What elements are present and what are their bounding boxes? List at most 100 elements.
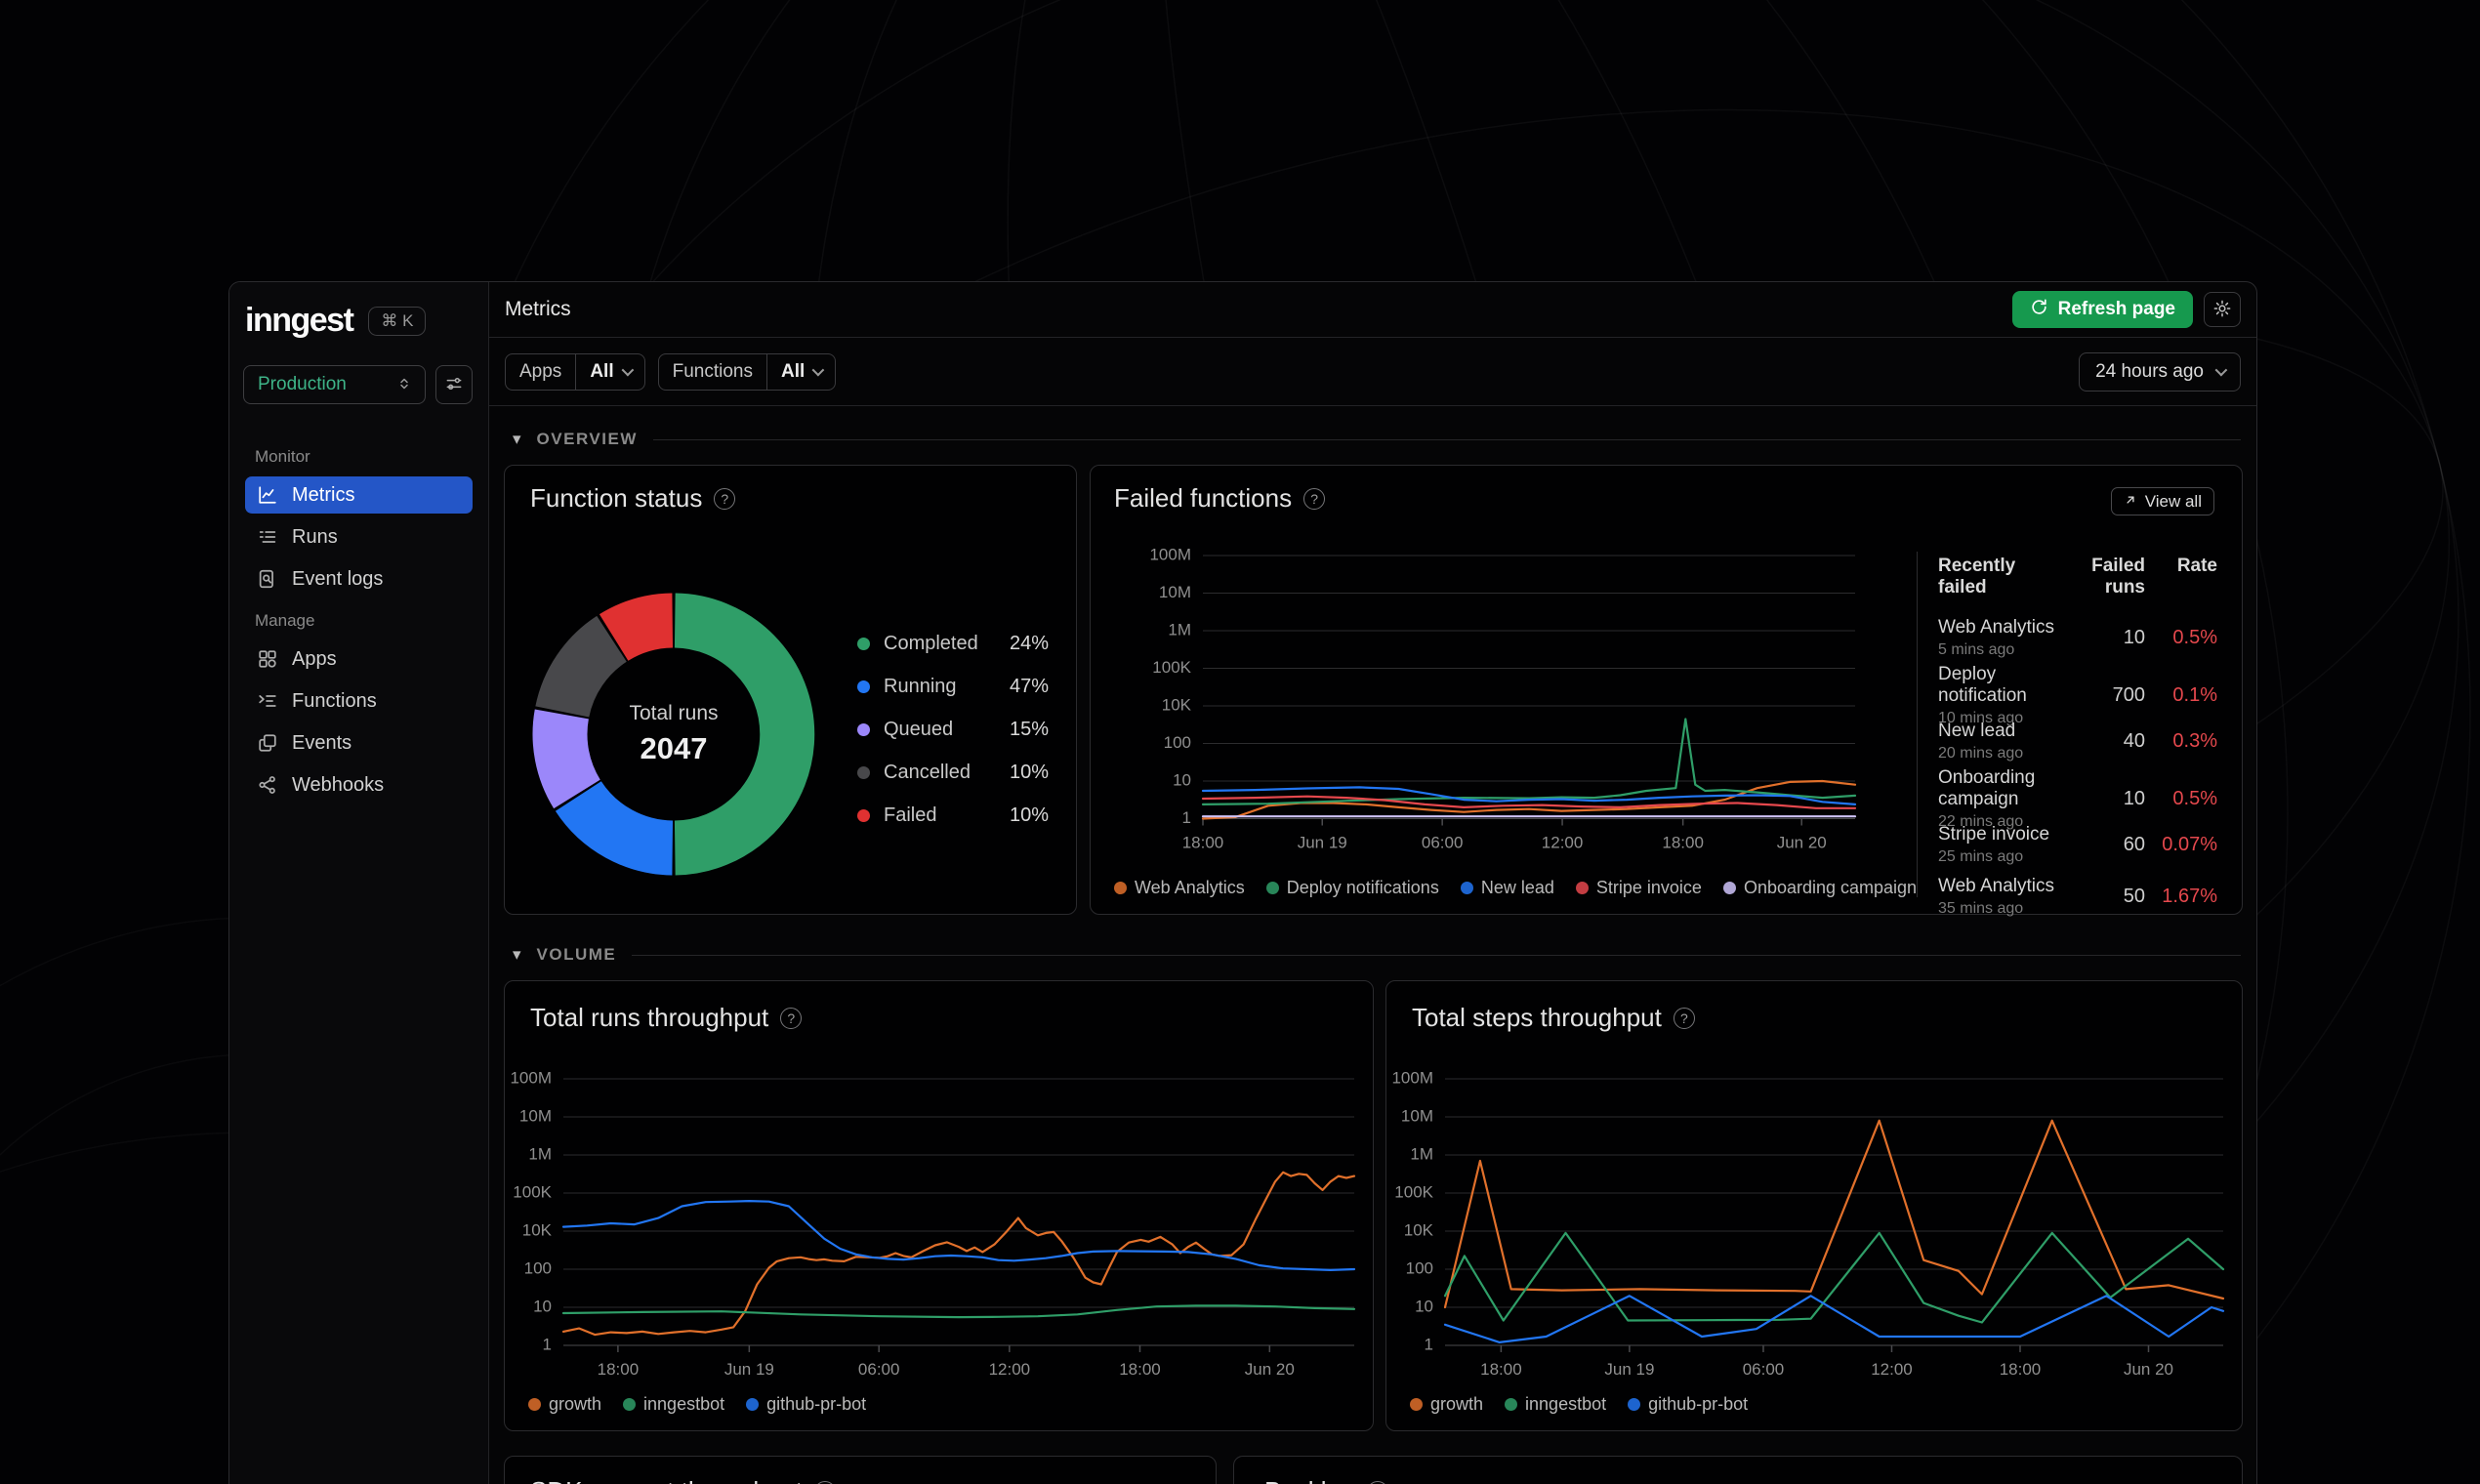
- table-row-onboarding-campaign[interactable]: Onboarding campaign 22 mins ago 10 0.5%: [1938, 767, 2217, 830]
- series-deploy-notifications: [1201, 718, 1857, 805]
- total-runs-throughput-card: Total runs throughput ? 100M 10M 1M 100K 10K…: [504, 980, 1374, 1431]
- legend-label: Failed: [884, 804, 937, 826]
- legend-item-growth: growth: [1410, 1394, 1483, 1415]
- legend-dot: [857, 680, 870, 693]
- gear-icon: [2212, 299, 2232, 321]
- legend-item-inngestbot: inngestbot: [1505, 1394, 1606, 1415]
- svg-text:10: 10: [1173, 770, 1191, 789]
- volume-section-label: VOLUME: [536, 945, 617, 964]
- sidebar-item-runs[interactable]: Runs: [245, 518, 473, 556]
- environment-filter-button[interactable]: [435, 365, 473, 404]
- total-steps-chart: 100M 10M 1M 100K 10K 100 10 1 18:00 Jun 19 06:00 12…: [1391, 1068, 2225, 1379]
- arrow-up-right-icon: [2124, 492, 2137, 512]
- legend-label: Onboarding campaign: [1743, 878, 1918, 897]
- svg-text:100: 100: [524, 1258, 552, 1277]
- environment-select[interactable]: Production: [243, 365, 426, 404]
- legend-item-web-analytics: Web Analytics: [1114, 878, 1245, 898]
- failure-rate-value: 0.3%: [2172, 730, 2217, 752]
- svg-text:06:00: 06:00: [858, 1360, 900, 1379]
- legend-item-deploy-notifications: Deploy notifications: [1265, 878, 1439, 898]
- legend-dot: [857, 808, 870, 822]
- table-row-web-analytics[interactable]: Web Analytics 5 mins ago 10 0.5%: [1938, 612, 2217, 664]
- sidebar-item-webhooks[interactable]: Webhooks: [245, 766, 473, 804]
- legend-label: github-pr-bot: [1648, 1394, 1749, 1414]
- svg-text:18:00: 18:00: [1480, 1360, 1522, 1379]
- svg-text:06:00: 06:00: [1743, 1360, 1785, 1379]
- function-name: Onboarding campaign: [1938, 767, 2036, 809]
- svg-text:18:00: 18:00: [598, 1360, 640, 1379]
- legend-dot: [1265, 882, 1279, 894]
- help-icon[interactable]: ?: [1366, 1480, 1388, 1484]
- share-nodes-icon: [257, 774, 278, 796]
- legend-dot: [1460, 882, 1473, 894]
- header: Metrics Refresh page: [489, 282, 2256, 338]
- chart-line-icon: [257, 484, 278, 506]
- col-recently-failed: Recently failed: [1938, 556, 2016, 598]
- section-divider: [652, 438, 2241, 440]
- functions-filter-label: Functions: [659, 353, 767, 390]
- copy-window-icon: [257, 732, 278, 754]
- table-row-deploy-notification[interactable]: Deploy notification 10 mins ago 700 0.1%: [1938, 664, 2217, 726]
- legend-label: Stripe invoice: [1595, 878, 1702, 897]
- view-all-button[interactable]: View all: [2110, 487, 2214, 515]
- failed-functions-chart: 100M 10M 1M 100K 10K 100 10 1 18:00 Jun 19 06:00 12…: [1149, 545, 1857, 852]
- help-icon[interactable]: ?: [780, 1007, 803, 1029]
- svg-text:10K: 10K: [1404, 1220, 1434, 1239]
- sidebar-item-metrics[interactable]: Metrics: [245, 476, 473, 514]
- sidebar-item-events[interactable]: Events: [245, 724, 473, 762]
- volume-section-header[interactable]: ▾ VOLUME: [513, 944, 2241, 966]
- legend-dot: [857, 637, 870, 650]
- series-github-pr-bot: [1443, 1295, 2225, 1343]
- svg-text:100: 100: [1164, 733, 1191, 752]
- table-row-stripe-invoice[interactable]: Stripe invoice 25 mins ago 60 0.07%: [1938, 819, 2217, 871]
- help-icon[interactable]: ?: [1303, 487, 1326, 510]
- legend-label: Completed: [884, 632, 978, 654]
- command-k-label: ⌘ K: [381, 310, 414, 330]
- svg-text:Jun 19: Jun 19: [724, 1360, 774, 1379]
- inngest-logo: inngest: [245, 302, 354, 339]
- sidebar-item-functions[interactable]: Functions: [245, 682, 473, 720]
- help-icon[interactable]: ?: [1673, 1007, 1695, 1029]
- svg-text:12:00: 12:00: [1542, 834, 1584, 852]
- grid-icon: [257, 648, 278, 670]
- command-k-shortcut[interactable]: ⌘ K: [368, 306, 427, 336]
- refresh-page-button[interactable]: Refresh page: [2011, 291, 2193, 328]
- table-row-new-lead[interactable]: New lead 20 mins ago 40 0.3%: [1938, 716, 2217, 767]
- legend-dot: [1505, 1398, 1518, 1411]
- functions-filter[interactable]: Functions All: [657, 352, 837, 391]
- legend-item-github-pr-bot: github-pr-bot: [1628, 1394, 1748, 1415]
- legend-label: Cancelled: [884, 761, 971, 783]
- sidebar-item-event-logs[interactable]: Event logs: [245, 560, 473, 598]
- settings-button[interactable]: [2204, 292, 2241, 327]
- function-name: Stripe invoice: [1938, 824, 2050, 845]
- failed-runs-value: 10: [2123, 627, 2145, 648]
- time-range-value: 24 hours ago: [2095, 360, 2204, 382]
- apps-filter-label: Apps: [506, 353, 577, 390]
- refresh-icon: [2030, 298, 2048, 322]
- failed-time: 5 mins ago: [1938, 640, 2015, 658]
- recently-failed-table: Recently failed Failed runs Rate Web Ana…: [1938, 556, 2217, 923]
- function-status-title: Function status: [530, 483, 703, 513]
- svg-text:10K: 10K: [1162, 695, 1192, 714]
- help-icon[interactable]: ?: [813, 1480, 836, 1484]
- apps-filter[interactable]: Apps All: [505, 352, 645, 391]
- legend-dot: [746, 1398, 760, 1411]
- help-icon[interactable]: ?: [714, 487, 736, 510]
- nav-section-label: Monitor: [255, 447, 310, 466]
- legend-percent: 10%: [1009, 761, 1049, 783]
- sidebar-item-apps[interactable]: Apps: [245, 640, 473, 678]
- table-row-web-analytics[interactable]: Web Analytics 35 mins ago 50 1.67%: [1938, 871, 2217, 923]
- function-status-legend: Completed 24% Running 47% Queued 15% Cancelled…: [857, 622, 1049, 837]
- functions-filter-value: All: [780, 360, 806, 382]
- failure-rate-value: 0.5%: [2172, 627, 2217, 648]
- legend-item-running: Running 47%: [857, 665, 1049, 708]
- failed-functions-chart-legend: Web Analytics Deploy notifications New lea…: [1114, 878, 1917, 898]
- environment-value: Production: [258, 374, 347, 394]
- filter-bar: Apps All Functions All 24 hours ago: [489, 338, 2256, 406]
- sidebar: inngest ⌘ K Production Monitor Metrics Run…: [229, 282, 489, 1484]
- col-failed-runs: Failed runs: [2091, 556, 2145, 598]
- legend-label: inngestbot: [643, 1394, 725, 1414]
- legend-label: inngestbot: [1525, 1394, 1607, 1414]
- time-range-select[interactable]: 24 hours ago: [2079, 351, 2241, 392]
- overview-section-header[interactable]: ▾ OVERVIEW: [513, 429, 2241, 450]
